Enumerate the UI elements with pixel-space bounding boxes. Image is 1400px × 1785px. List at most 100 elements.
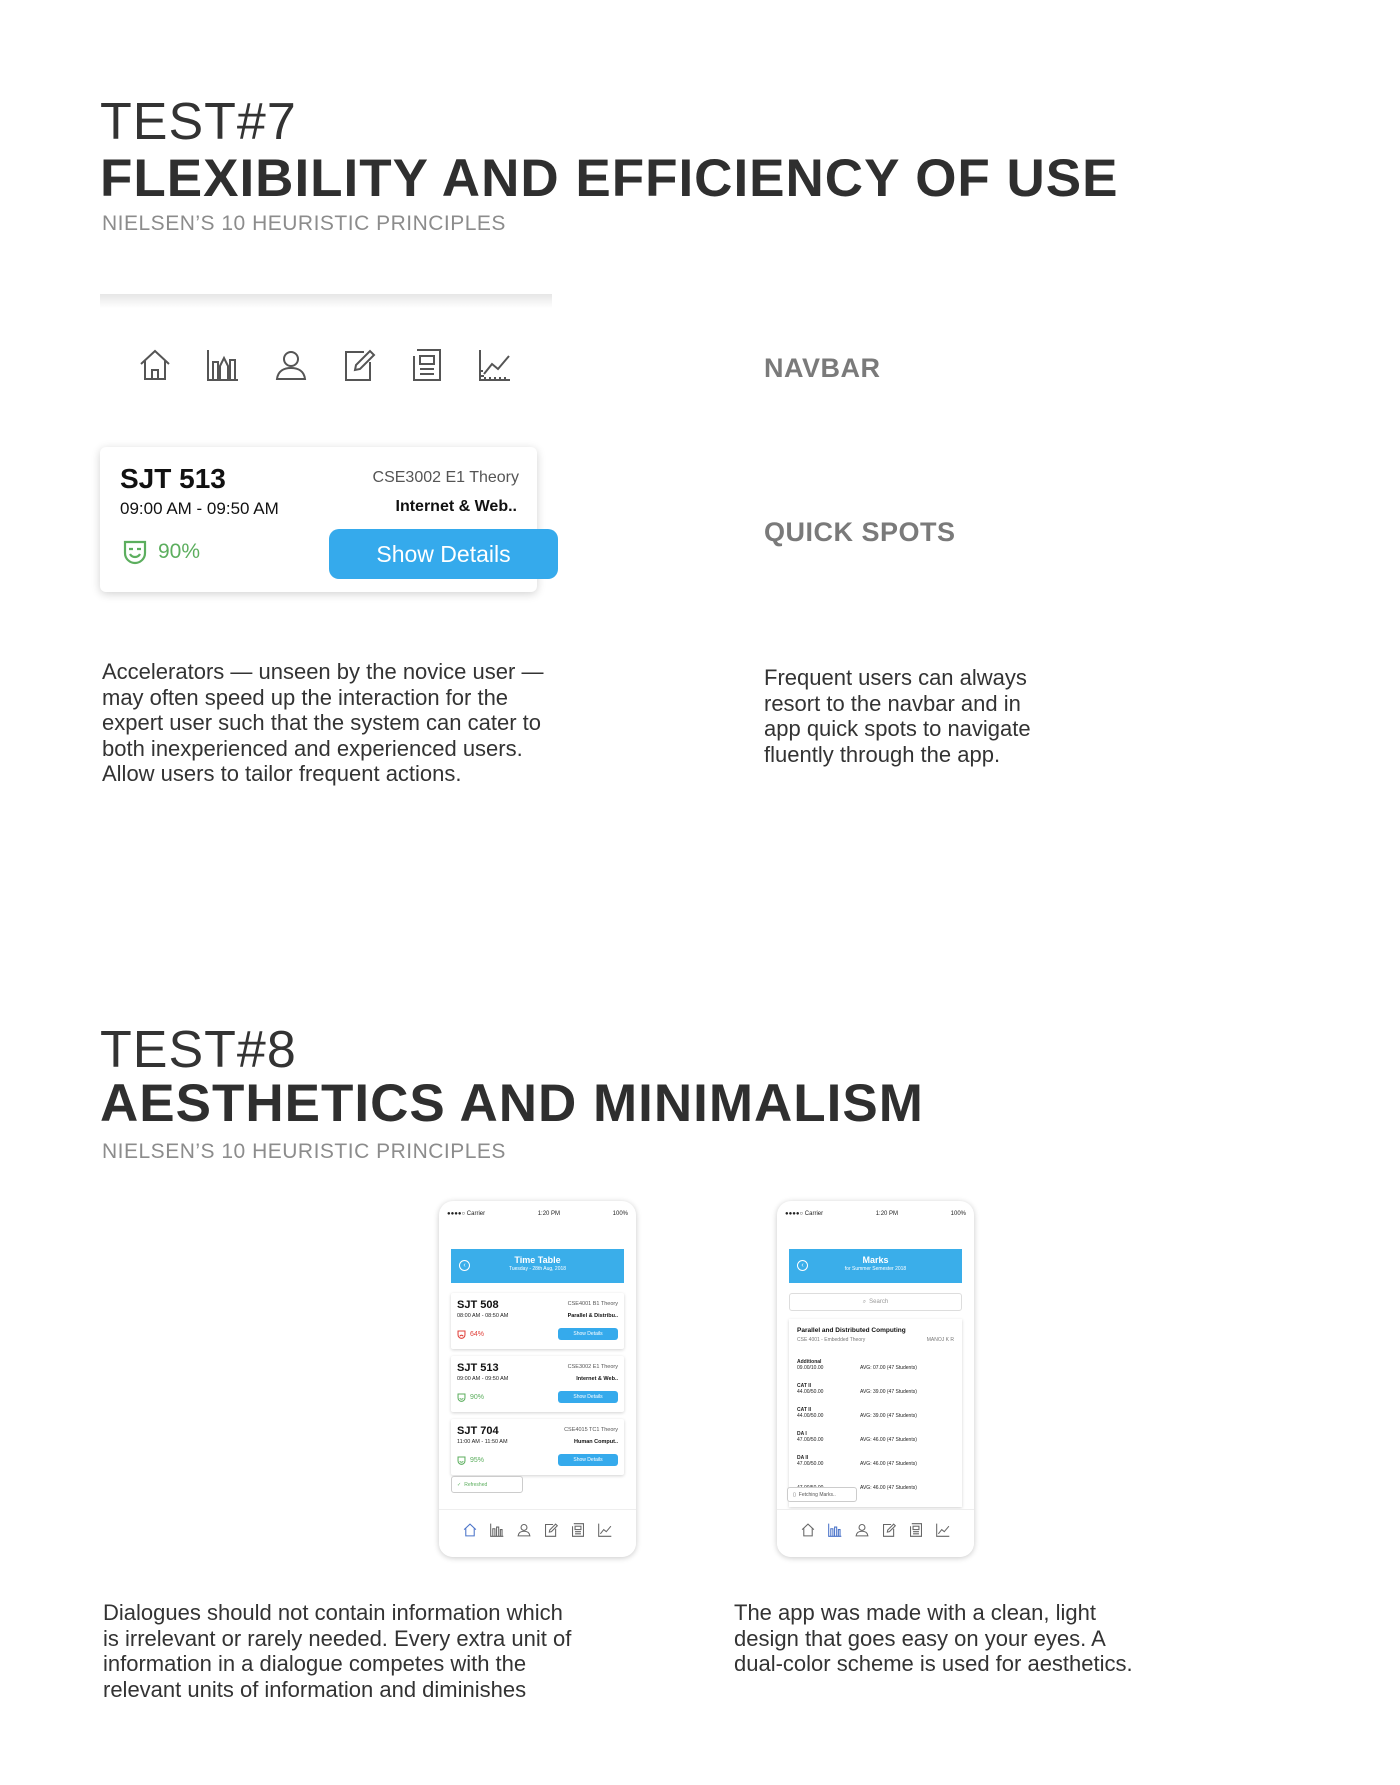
bottom-navbar: [777, 1509, 974, 1557]
text-line: resort to the navbar and in: [764, 690, 1021, 716]
test7-explanation: Frequent users can always resort to the …: [764, 665, 1094, 767]
fetching-toast: ▯ Fetching Marks..: [787, 1487, 857, 1502]
show-details-button[interactable]: Show Details: [558, 1454, 618, 1466]
back-icon[interactable]: ‹: [797, 1260, 808, 1271]
card-course: CSE3002 E1 Theory: [372, 469, 519, 486]
text-line: both inexperienced and experienced users…: [102, 735, 523, 761]
header-title: Marks: [862, 1255, 889, 1265]
quick-spots-label: QUICK SPOTS: [764, 517, 956, 547]
card-course-name: Internet & Web..: [395, 498, 518, 515]
marks-phone-mockup: ●●●●○ Carrier 1:20 PM 100% ‹ Marks for S…: [777, 1201, 974, 1557]
marks-row: CAT II 44.00/50.00 AVG: 39.00 (47 Student…: [797, 1383, 954, 1395]
edit-icon[interactable]: [340, 346, 378, 384]
class-card[interactable]: SJT 704 11:00 AM - 11:50 AM CSE4015 TC1 …: [451, 1419, 624, 1475]
test8-description: Dialogues should not contain information…: [103, 1600, 663, 1702]
text-line: expert user such that the system can cat…: [102, 710, 541, 735]
class-card[interactable]: SJT 508 08:00 AM - 08:50 AM CSE4001 B1 T…: [451, 1293, 624, 1349]
class-time: 08:00 AM - 08:50 AM: [457, 1313, 509, 1319]
text-line: The app was made with a clean, light: [734, 1600, 1096, 1625]
test8-number: TEST#8: [100, 1021, 297, 1079]
home-icon[interactable]: [462, 1522, 478, 1538]
average: AVG: 39.00 (47 Students): [860, 1389, 917, 1395]
text-line: Frequent users can always: [764, 665, 1027, 690]
chart-icon[interactable]: [489, 1522, 505, 1538]
home-icon[interactable]: [800, 1522, 816, 1538]
attendance-value: 90%: [470, 1394, 485, 1401]
timetable-header: ‹ Time Table Tuesday - 28th Aug, 2018: [451, 1249, 624, 1283]
user-icon[interactable]: [272, 346, 310, 384]
sad-mask-icon: [457, 1330, 466, 1339]
chart-icon[interactable]: [204, 346, 242, 384]
test7-description: Accelerators — unseen by the novice user…: [102, 659, 622, 787]
show-details-button[interactable]: Show Details: [329, 529, 558, 579]
score: 47.00/50.00: [797, 1437, 824, 1443]
back-icon[interactable]: ‹: [459, 1260, 470, 1271]
marks-row: Additional 09.00/10.00 AVG: 07.00 (47 Stu…: [797, 1359, 954, 1371]
class-time: 11:00 AM - 11:50 AM: [457, 1439, 508, 1445]
card-room: SJT 513: [120, 463, 226, 494]
navbar: [136, 346, 514, 384]
average: AVG: 46.00 (47 Students): [860, 1485, 917, 1491]
faculty-name: MANOJ K R: [926, 1337, 954, 1343]
header-subtitle: Tuesday - 28th Aug, 2018: [508, 1266, 567, 1272]
average: AVG: 39.00 (47 Students): [860, 1413, 917, 1419]
trend-icon[interactable]: [476, 346, 514, 384]
user-icon[interactable]: [854, 1522, 870, 1538]
average: AVG: 46.00 (47 Students): [860, 1437, 917, 1443]
marks-row: CAT II 44.00/50.00 AVG: 39.00 (47 Student…: [797, 1407, 954, 1419]
home-icon[interactable]: [136, 346, 174, 384]
happy-mask-icon: [457, 1393, 466, 1402]
show-details-button[interactable]: Show Details: [558, 1328, 618, 1340]
toast-text: Refreshed: [464, 1481, 488, 1488]
show-details-button[interactable]: Show Details: [558, 1391, 618, 1403]
class-room: SJT 513: [457, 1362, 499, 1374]
trend-icon[interactable]: [935, 1522, 951, 1538]
test8-explanation: The app was made with a clean, light des…: [734, 1600, 1184, 1677]
class-course: CSE3002 E1 Theory: [567, 1364, 618, 1370]
refreshed-toast: ✓ Refreshed: [451, 1476, 523, 1493]
test7-title: FLEXIBILITY AND EFFICIENCY OF USE: [100, 149, 1119, 208]
text-line: relevant units of information and dimini…: [103, 1676, 527, 1702]
class-time: 09:00 AM - 09:50 AM: [457, 1376, 509, 1382]
class-name: Human Comput..: [574, 1439, 618, 1445]
timetable-phone-mockup: ●●●●○ Carrier 1:20 PM 100% ‹ Time Table …: [439, 1201, 636, 1557]
chart-icon[interactable]: [827, 1522, 843, 1538]
attendance: 64%: [457, 1330, 484, 1339]
quick-spot-card[interactable]: SJT 513 09:00 AM - 09:50 AM CSE3002 E1 T…: [100, 447, 558, 592]
status-time: 1:20 PM: [537, 1211, 561, 1217]
happy-mask-icon: [123, 540, 147, 565]
text-line: Accelerators — unseen by the novice user…: [102, 659, 544, 684]
test8-title: AESTHETICS AND MINIMALISM: [100, 1074, 924, 1133]
edit-icon[interactable]: [543, 1522, 559, 1538]
attendance: 90%: [457, 1393, 484, 1402]
document-icon[interactable]: [408, 346, 446, 384]
attendance-value: 95%: [470, 1457, 485, 1464]
text-line: may often speed up the interaction for t…: [102, 684, 509, 710]
happy-mask-icon: [457, 1456, 466, 1465]
navbar-label: NAVBAR: [764, 353, 881, 383]
text-line: is irrelevant or rarely needed. Every ex…: [103, 1625, 572, 1651]
text-line: Allow users to tailor frequent actions.: [102, 761, 462, 786]
header-subtitle: for Summer Semester 2018: [844, 1266, 907, 1272]
status-bar: ●●●●○ Carrier 1:20 PM 100%: [447, 1209, 628, 1219]
document-icon[interactable]: [908, 1522, 924, 1538]
document-icon[interactable]: [570, 1522, 586, 1538]
class-course: CSE4015 TC1 Theory: [564, 1427, 618, 1433]
class-name: Parallel & Distribu..: [567, 1313, 618, 1319]
card-time: 09:00 AM - 09:50 AM: [120, 499, 279, 518]
edit-icon[interactable]: [881, 1522, 897, 1538]
test8-subtitle: NIELSEN’S 10 HEURISTIC PRINCIPLES: [102, 1140, 506, 1163]
course-title: Parallel and Distributed Computing: [797, 1327, 906, 1334]
search-input[interactable]: ⌕ Search: [789, 1293, 962, 1311]
class-name: Internet & Web..: [576, 1376, 618, 1382]
class-card[interactable]: SJT 513 09:00 AM - 09:50 AM CSE3002 E1 T…: [451, 1356, 624, 1412]
text-line: information in a dialogue competes with …: [103, 1651, 527, 1676]
test7-number: TEST#7: [100, 93, 297, 151]
score: 47.00/50.00: [797, 1461, 824, 1467]
attendance: 90%: [122, 539, 200, 565]
marks-card: Parallel and Distributed Computing CSE 4…: [789, 1319, 962, 1507]
trend-icon[interactable]: [597, 1522, 613, 1538]
user-icon[interactable]: [516, 1522, 532, 1538]
battery: 100%: [612, 1211, 628, 1217]
status-bar: ●●●●○ Carrier 1:20 PM 100%: [785, 1209, 966, 1219]
